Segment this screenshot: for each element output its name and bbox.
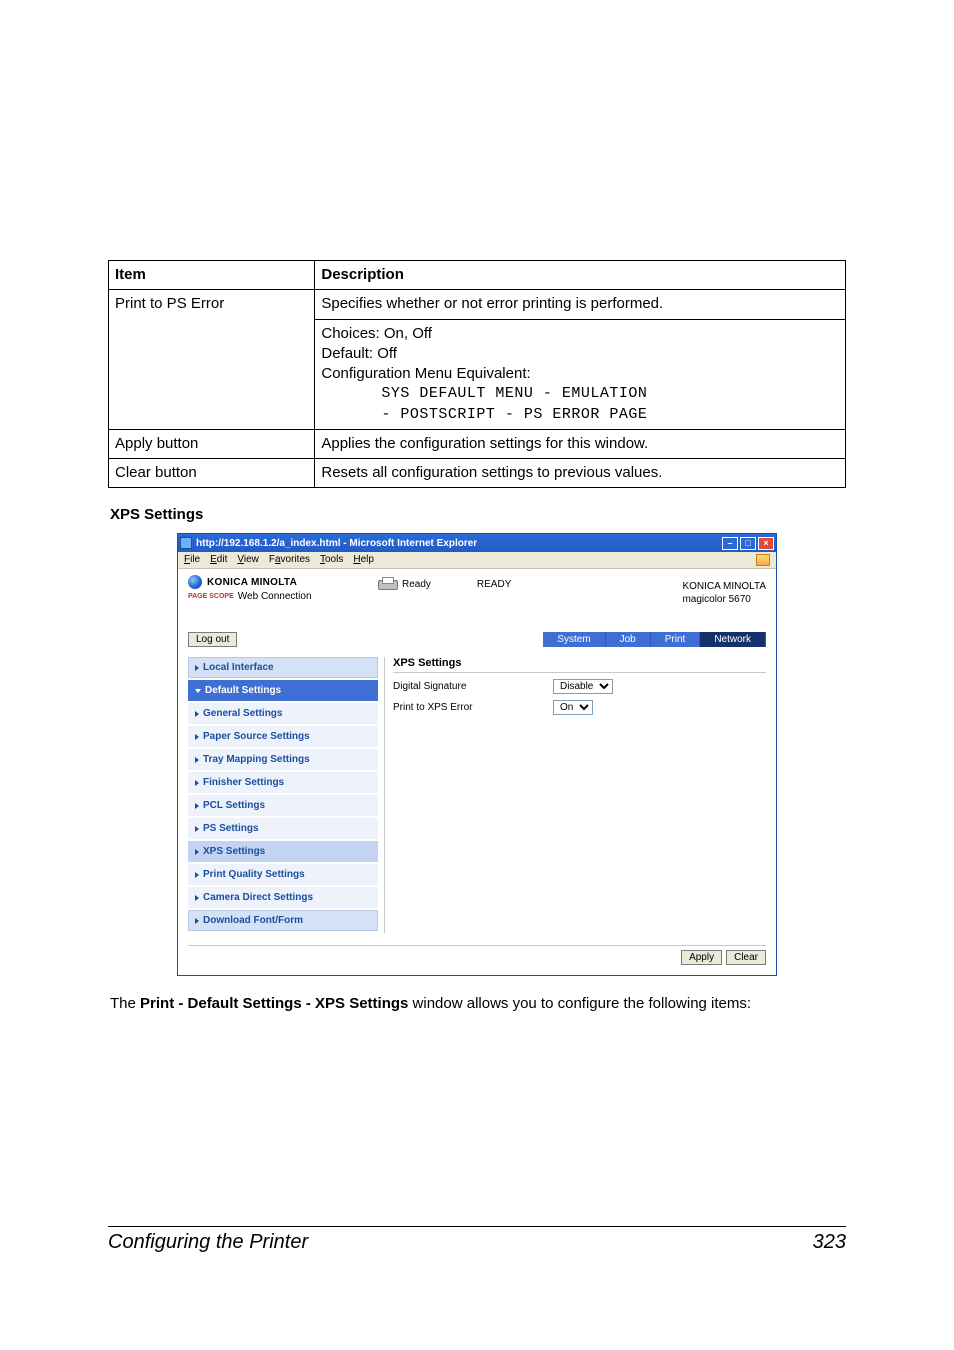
status-ready: Ready bbox=[402, 579, 431, 590]
menu-view[interactable]: View bbox=[237, 554, 259, 566]
tab-job[interactable]: Job bbox=[606, 632, 651, 647]
close-button[interactable]: × bbox=[758, 537, 774, 550]
globe-icon bbox=[188, 575, 202, 589]
digital-signature-label: Digital Signature bbox=[393, 681, 553, 692]
sidebar-item-general[interactable]: General Settings bbox=[188, 703, 378, 724]
table-head-item: Item bbox=[109, 261, 315, 290]
section-heading: XPS Settings bbox=[110, 506, 846, 523]
window-title: http://192.168.1.2/a_index.html - Micros… bbox=[196, 538, 722, 549]
footer-page-number: 323 bbox=[813, 1231, 846, 1254]
triangle-right-icon bbox=[195, 665, 199, 671]
table-row: Clear button Resets all configuration se… bbox=[109, 459, 846, 488]
sidebar-item-local-interface[interactable]: Local Interface bbox=[188, 657, 378, 678]
sidebar-item-tray-mapping[interactable]: Tray Mapping Settings bbox=[188, 749, 378, 770]
pagescope-badge: PAGE SCOPE bbox=[188, 593, 234, 600]
minimize-button[interactable]: – bbox=[722, 537, 738, 550]
sidebar-item-print-quality[interactable]: Print Quality Settings bbox=[188, 864, 378, 885]
definition-table: Item Description Print to PS Error Speci… bbox=[108, 260, 846, 488]
form-footer: Apply Clear bbox=[188, 945, 766, 969]
sidebar-item-pcl[interactable]: PCL Settings bbox=[188, 795, 378, 816]
table-row: Print to PS Error Specifies whether or n… bbox=[109, 290, 846, 319]
tab-system[interactable]: System bbox=[543, 632, 605, 647]
status-ready-caps: READY bbox=[477, 579, 511, 590]
pane-heading: XPS Settings bbox=[393, 657, 766, 673]
menu-tools[interactable]: Tools bbox=[320, 554, 343, 566]
triangle-right-icon bbox=[195, 918, 199, 924]
digital-signature-select[interactable]: Disable bbox=[553, 679, 613, 694]
table-head-desc: Description bbox=[315, 261, 846, 290]
ie-throbber-icon bbox=[756, 554, 770, 566]
sidebar-item-camera[interactable]: Camera Direct Settings bbox=[188, 887, 378, 908]
triangle-right-icon bbox=[195, 803, 199, 809]
print-xps-error-select[interactable]: On bbox=[553, 700, 593, 715]
sidebar-item-xps[interactable]: XPS Settings bbox=[188, 841, 378, 862]
logout-button[interactable]: Log out bbox=[188, 632, 237, 647]
maximize-button[interactable]: □ bbox=[740, 537, 756, 550]
page-footer: Configuring the Printer 323 bbox=[108, 1226, 846, 1254]
clear-button[interactable]: Clear bbox=[726, 950, 766, 965]
triangle-right-icon bbox=[195, 895, 199, 901]
printer-icon bbox=[378, 577, 396, 591]
triangle-right-icon bbox=[195, 826, 199, 832]
menu-edit[interactable]: Edit bbox=[210, 554, 227, 566]
table-item-cell: Clear button bbox=[109, 459, 315, 488]
menu-favorites[interactable]: Favorites bbox=[269, 554, 310, 566]
menu-help[interactable]: Help bbox=[353, 554, 374, 566]
table-desc-cell: Choices: On, Off Default: Off Configurat… bbox=[315, 319, 846, 429]
sidebar-item-default-settings[interactable]: Default Settings bbox=[188, 680, 378, 701]
triangle-right-icon bbox=[195, 757, 199, 763]
triangle-right-icon bbox=[195, 872, 199, 878]
table-item-cell: Apply button bbox=[109, 429, 315, 458]
body-paragraph: The Print - Default Settings - XPS Setti… bbox=[110, 994, 844, 1014]
triangle-right-icon bbox=[195, 711, 199, 717]
main-tabs: System Job Print Network bbox=[543, 632, 766, 647]
print-xps-error-label: Print to XPS Error bbox=[393, 702, 553, 713]
footer-title: Configuring the Printer bbox=[108, 1231, 813, 1254]
brand-text: KONICA MINOLTA bbox=[207, 577, 297, 588]
ie-app-icon bbox=[180, 537, 192, 549]
device-info: KONICA MINOLTA magicolor 5670 bbox=[682, 575, 766, 606]
triangle-right-icon bbox=[195, 849, 199, 855]
sidebar-item-finisher[interactable]: Finisher Settings bbox=[188, 772, 378, 793]
table-desc-cell: Applies the configuration settings for t… bbox=[315, 429, 846, 458]
sidebar-item-paper-source[interactable]: Paper Source Settings bbox=[188, 726, 378, 747]
sidebar-item-ps[interactable]: PS Settings bbox=[188, 818, 378, 839]
titlebar: http://192.168.1.2/a_index.html - Micros… bbox=[178, 534, 776, 552]
tab-network[interactable]: Network bbox=[700, 632, 766, 647]
sidebar: Local Interface Default Settings General… bbox=[188, 657, 378, 933]
table-desc-cell: Specifies whether or not error printing … bbox=[315, 290, 846, 319]
triangle-down-icon bbox=[195, 689, 201, 693]
table-desc-cell: Resets all configuration settings to pre… bbox=[315, 459, 846, 488]
ie-window: http://192.168.1.2/a_index.html - Micros… bbox=[177, 533, 777, 976]
menu-file[interactable]: File bbox=[184, 554, 200, 566]
header-strip: KONICA MINOLTA PAGE SCOPE Web Connection… bbox=[178, 569, 776, 614]
triangle-right-icon bbox=[195, 734, 199, 740]
table-row: Apply button Applies the configuration s… bbox=[109, 429, 846, 458]
apply-button[interactable]: Apply bbox=[681, 950, 722, 965]
triangle-right-icon bbox=[195, 780, 199, 786]
tab-print[interactable]: Print bbox=[651, 632, 701, 647]
sidebar-item-download[interactable]: Download Font/Form bbox=[188, 910, 378, 931]
table-item-cell: Print to PS Error bbox=[109, 290, 315, 430]
web-connection-text: Web Connection bbox=[238, 591, 312, 602]
right-pane: XPS Settings Digital Signature Disable P… bbox=[384, 657, 766, 933]
menubar: File Edit View Favorites Tools Help bbox=[178, 552, 776, 569]
